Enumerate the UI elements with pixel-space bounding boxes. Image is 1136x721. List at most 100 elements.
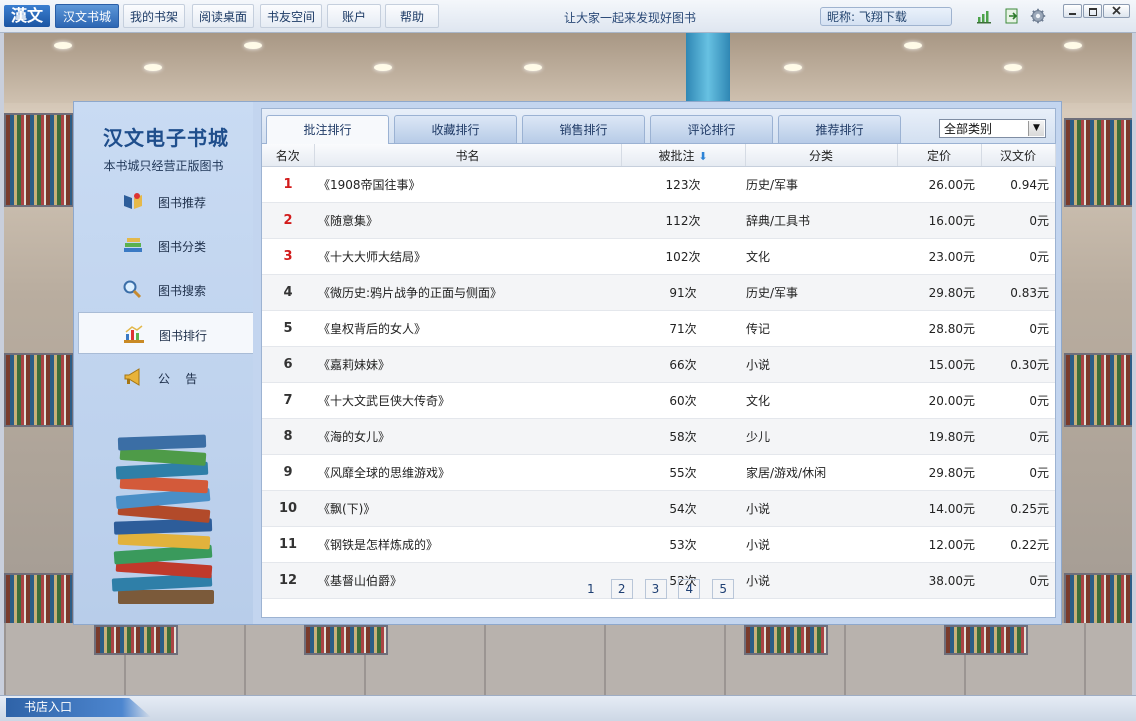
book-name-cell[interactable]: 《微历史:鸦片战争的正面与侧面》 (314, 274, 621, 311)
sidebar-item-notice[interactable]: 公 告 (78, 356, 253, 398)
gear-icon[interactable] (1030, 8, 1046, 24)
table-row[interactable]: 5 《皇权背后的女人》 71次 传记 28.80元 0元 (262, 310, 1055, 347)
price-cell: 26.00元 (897, 166, 981, 203)
book-stack-illustration (111, 434, 214, 604)
maximize-button[interactable] (1083, 4, 1102, 18)
price-cell: 23.00元 (897, 238, 981, 275)
annotation-count-cell: 112次 (621, 202, 745, 239)
rank-cell: 10 (262, 490, 314, 527)
book-name-cell[interactable]: 《钢铁是怎样炼成的》 (314, 526, 621, 563)
table-row[interactable]: 1 《1908帝国往事》 123次 历史/军事 26.00元 0.94元 (262, 166, 1055, 203)
nav-tab-bookstore[interactable]: 汉文书城 (55, 4, 119, 28)
page-5[interactable]: 5 (712, 579, 735, 599)
page-2[interactable]: 2 (610, 579, 633, 599)
category-cell: 小说 (745, 346, 897, 383)
book-name-cell[interactable]: 《嘉莉妹妹》 (314, 346, 621, 383)
sidebar-item-label: 图书搜索 (158, 284, 207, 298)
nav-tab-account[interactable]: 账户 (327, 4, 381, 28)
rank-cell: 9 (262, 454, 314, 491)
rank-cell: 2 (262, 202, 314, 239)
book-name-cell[interactable]: 《1908帝国往事》 (314, 166, 621, 203)
dropdown-arrow-icon: ▼ (1028, 121, 1044, 136)
column-header-price[interactable]: 定价 (897, 144, 982, 167)
table-row[interactable]: 6 《嘉莉妹妹》 66次 小说 15.00元 0.30元 (262, 346, 1055, 383)
hw-price-cell: 0元 (981, 418, 1055, 455)
column-header-rank[interactable]: 名次 (262, 144, 315, 167)
column-header-category[interactable]: 分类 (745, 144, 898, 167)
book-name-cell[interactable]: 《海的女儿》 (314, 418, 621, 455)
slogan: 让大家一起来发现好图书 (563, 11, 696, 25)
sidebar-item-recommend[interactable]: 图书推荐 (78, 180, 253, 222)
category-select-value: 全部类别 (944, 122, 993, 136)
annotation-count-cell: 58次 (621, 418, 745, 455)
page-4[interactable]: 4 (678, 579, 701, 599)
rank-cell: 3 (262, 238, 314, 275)
close-button[interactable] (1103, 4, 1130, 18)
sidebar-item-ranking[interactable]: 图书排行 (78, 312, 253, 354)
hw-price-cell: 0元 (981, 454, 1055, 491)
column-header-annotations[interactable]: 被批注 ⬇ (621, 144, 746, 167)
ranking-content: 批注排行 收藏排行 销售排行 评论排行 推荐排行 全部类别 ▼ 名次 书名 被批… (261, 108, 1056, 618)
category-cell: 历史/军事 (745, 274, 897, 311)
book-name-cell[interactable]: 《十大大师大结局》 (314, 238, 621, 275)
category-select[interactable]: 全部类别 ▼ (939, 119, 1046, 138)
minimize-button[interactable] (1063, 4, 1082, 18)
sidebar-item-search[interactable]: 图书搜索 (78, 268, 253, 310)
column-header-name[interactable]: 书名 (314, 144, 622, 167)
sidebar-item-label: 图书排行 (159, 329, 208, 343)
bookstore-entry-button[interactable]: 书店入口 (6, 698, 151, 717)
main-panel: 汉文电子书城 本书城只经营正版图书 图书推荐 图书分类 图书搜索 图书排行 公 … (73, 101, 1062, 625)
nav-tab-help[interactable]: 帮助 (385, 4, 439, 28)
table-row[interactable]: 10 《飘(下)》 54次 小说 14.00元 0.25元 (262, 490, 1055, 527)
rank-cell: 7 (262, 382, 314, 419)
page-3[interactable]: 3 (644, 579, 667, 599)
tab-recommend-ranking[interactable]: 推荐排行 (778, 115, 901, 143)
tab-annotation-ranking[interactable]: 批注排行 (266, 115, 389, 144)
table-row[interactable]: 4 《微历史:鸦片战争的正面与侧面》 91次 历史/军事 29.80元 0.83元 (262, 274, 1055, 311)
hw-price-cell: 0.83元 (981, 274, 1055, 311)
book-name-cell[interactable]: 《飘(下)》 (314, 490, 621, 527)
annotation-count-cell: 60次 (621, 382, 745, 419)
close-icon (1112, 6, 1121, 15)
nav-tab-bookshelf[interactable]: 我的书架 (123, 4, 185, 28)
annotation-count-cell: 91次 (621, 274, 745, 311)
book-name-cell[interactable]: 《十大文武巨侠大传奇》 (314, 382, 621, 419)
price-cell: 20.00元 (897, 382, 981, 419)
tab-sales-ranking[interactable]: 销售排行 (522, 115, 645, 143)
nav-tab-friends-space[interactable]: 书友空间 (260, 4, 322, 28)
hw-price-cell: 0.30元 (981, 346, 1055, 383)
column-header-hw-price[interactable]: 汉文价 (981, 144, 1056, 167)
table-row[interactable]: 7 《十大文武巨侠大传奇》 60次 文化 20.00元 0元 (262, 382, 1055, 419)
table-row[interactable]: 8 《海的女儿》 58次 少儿 19.80元 0元 (262, 418, 1055, 455)
nav-tab-reading-desk[interactable]: 阅读桌面 (192, 4, 254, 28)
category-cell: 传记 (745, 310, 897, 347)
book-name-cell[interactable]: 《随意集》 (314, 202, 621, 239)
page-1[interactable]: 1 (583, 580, 599, 598)
brand-subtitle: 本书城只经营正版图书 (103, 159, 224, 173)
table-row[interactable]: 9 《风靡全球的思维游戏》 55次 家居/游戏/休闲 29.80元 0元 (262, 454, 1055, 491)
tab-favorite-ranking[interactable]: 收藏排行 (394, 115, 517, 143)
sidebar-item-category[interactable]: 图书分类 (78, 224, 253, 266)
hw-price-cell: 0元 (981, 310, 1055, 347)
rank-cell: 1 (262, 166, 314, 203)
category-cell: 小说 (745, 526, 897, 563)
category-cell: 少儿 (745, 418, 897, 455)
price-cell: 14.00元 (897, 490, 981, 527)
status-bar: 书店入口 (0, 695, 1136, 721)
category-cell: 小说 (745, 490, 897, 527)
book-name-cell[interactable]: 《风靡全球的思维游戏》 (314, 454, 621, 491)
book-name-cell[interactable]: 《皇权背后的女人》 (314, 310, 621, 347)
category-cell: 家居/游戏/休闲 (745, 454, 897, 491)
annotation-count-cell: 53次 (621, 526, 745, 563)
table-row[interactable]: 3 《十大大师大结局》 102次 文化 23.00元 0元 (262, 238, 1055, 275)
annotation-count-cell: 102次 (621, 238, 745, 275)
tab-comment-ranking[interactable]: 评论排行 (650, 115, 773, 143)
sort-desc-icon: ⬇ (698, 149, 708, 163)
price-cell: 29.80元 (897, 454, 981, 491)
exit-icon[interactable] (1004, 8, 1020, 24)
sidebar-item-label: 公 告 (158, 372, 198, 386)
table-row[interactable]: 2 《随意集》 112次 辞典/工具书 16.00元 0元 (262, 202, 1055, 239)
table-row[interactable]: 11 《钢铁是怎样炼成的》 53次 小说 12.00元 0.22元 (262, 526, 1055, 563)
category-cell: 文化 (745, 382, 897, 419)
bar-chart-icon[interactable] (976, 8, 992, 24)
